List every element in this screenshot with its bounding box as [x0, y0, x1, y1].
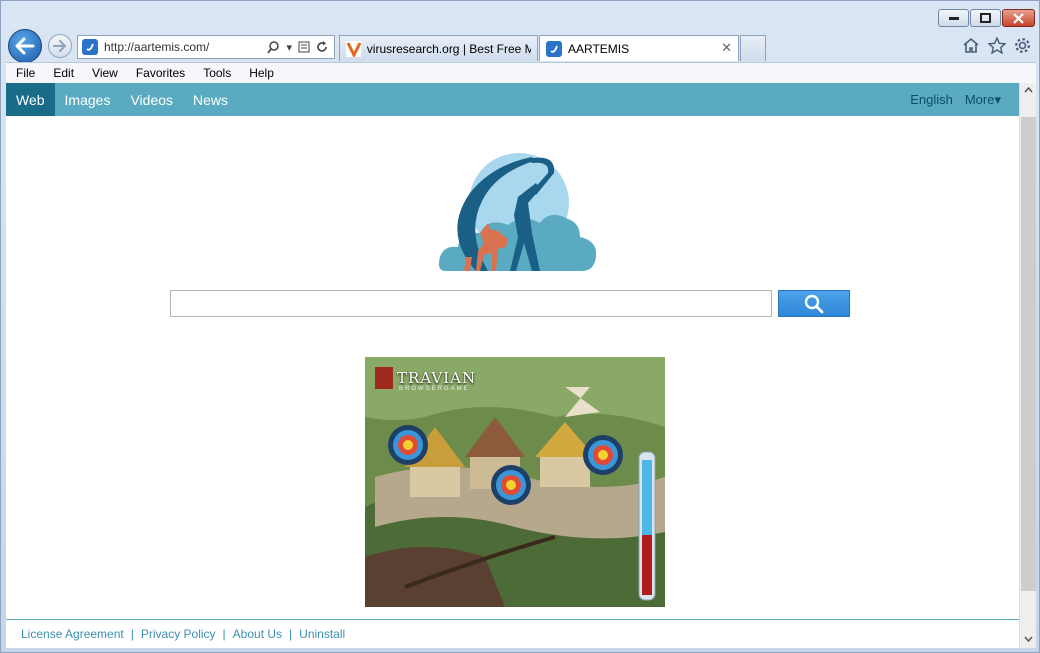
home-icon[interactable] — [962, 37, 980, 53]
tab-title: virusresearch.org | Best Free M... — [366, 41, 531, 56]
search-input[interactable] — [170, 290, 772, 317]
menu-edit[interactable]: Edit — [47, 66, 80, 80]
search-icon — [804, 294, 824, 313]
menu-bar: File Edit View Favorites Tools Help — [6, 62, 1036, 83]
scroll-down-icon[interactable] — [1024, 636, 1033, 642]
ad-brand: TRAVIAN — [397, 369, 477, 387]
vertical-scrollbar[interactable] — [1019, 83, 1036, 648]
language-link[interactable]: English — [910, 92, 953, 107]
address-text[interactable]: http://aartemis.com/ — [104, 40, 267, 54]
close-icon — [1013, 12, 1024, 24]
tab-images[interactable]: Images — [55, 83, 121, 116]
window-controls — [938, 9, 1035, 27]
menu-file[interactable]: File — [10, 66, 41, 80]
uninstall-link[interactable]: Uninstall — [299, 627, 345, 641]
separator: | — [222, 627, 226, 641]
aartemis-logo — [438, 153, 596, 271]
aartemis-favicon — [82, 39, 98, 55]
tab-videos[interactable]: Videos — [120, 83, 183, 116]
refresh-icon[interactable] — [316, 41, 328, 53]
scroll-thumb[interactable] — [1021, 117, 1036, 591]
close-tab-icon[interactable]: ✕ — [721, 41, 732, 56]
forward-button[interactable] — [48, 34, 72, 58]
restore-icon — [980, 13, 991, 23]
menu-help[interactable]: Help — [243, 66, 280, 80]
search-button[interactable] — [778, 290, 850, 317]
footer: License Agreement | Privacy Policy | Abo… — [6, 619, 1023, 648]
page-content: Web Images Videos News English More▾ TRA… — [6, 83, 1036, 648]
more-menu[interactable]: More▾ — [965, 92, 1001, 108]
search-icon[interactable] — [267, 40, 280, 54]
dropdown-icon[interactable]: ▾ — [286, 41, 292, 54]
travian-ad-banner[interactable]: TRAVIAN BROWSERGAME — [365, 357, 665, 607]
back-button[interactable] — [8, 29, 42, 63]
privacy-policy-link[interactable]: Privacy Policy — [141, 627, 216, 641]
game-scene-image — [365, 357, 665, 607]
scroll-up-icon[interactable] — [1024, 87, 1033, 93]
browser-window: http://aartemis.com/ ▾ virusresearch.org… — [0, 0, 1040, 653]
tab-virusresearch[interactable]: virusresearch.org | Best Free M... — [339, 35, 538, 61]
gear-icon[interactable] — [1014, 37, 1031, 54]
about-us-link[interactable]: About Us — [233, 627, 282, 641]
aartemis-favicon — [546, 40, 562, 57]
tab-web[interactable]: Web — [6, 83, 55, 116]
close-button[interactable] — [1002, 9, 1035, 27]
tab-news[interactable]: News — [183, 83, 238, 116]
menu-tools[interactable]: Tools — [197, 66, 237, 80]
new-tab-button[interactable] — [740, 35, 766, 61]
separator: | — [289, 627, 293, 641]
arrow-right-icon — [53, 40, 67, 52]
search-nav-bar: Web Images Videos News English More▾ — [6, 83, 1023, 116]
tab-title: AARTEMIS — [568, 41, 630, 56]
minimize-icon — [948, 17, 959, 20]
license-agreement-link[interactable]: License Agreement — [21, 627, 124, 641]
v-icon — [346, 40, 361, 57]
compatibility-view-icon[interactable] — [298, 41, 310, 53]
address-bar[interactable]: http://aartemis.com/ ▾ — [77, 35, 335, 59]
arrow-left-icon — [15, 37, 35, 55]
minimize-button[interactable] — [938, 9, 969, 27]
menu-view[interactable]: View — [86, 66, 124, 80]
tab-aartemis[interactable]: AARTEMIS ✕ — [539, 35, 739, 61]
maximize-button[interactable] — [970, 9, 1001, 27]
separator: | — [130, 627, 134, 641]
star-icon[interactable] — [988, 37, 1006, 54]
ad-tagline: BROWSERGAME — [399, 386, 470, 392]
menu-favorites[interactable]: Favorites — [130, 66, 191, 80]
